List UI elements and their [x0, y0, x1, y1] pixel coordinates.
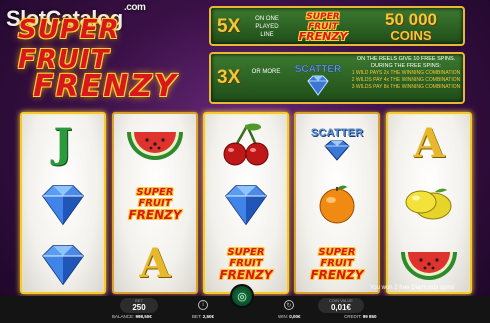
scatter-symbol: SCATTER [311, 127, 364, 161]
balance-readout: BALANCE: 998,50€ [112, 314, 152, 319]
credit-value: 99 850 [362, 314, 377, 319]
diamond-icon [225, 185, 267, 226]
balance-value: 998,50€ [135, 314, 152, 319]
credit-readout: CREDIT: 99 850 [344, 314, 377, 319]
frenzy-word-2: FRUIT [229, 257, 263, 269]
reel-4: SCATTER SUPER FRUIT FRENZY [294, 112, 380, 294]
reel-2-cell-2: SUPER FRUIT FRENZY [114, 174, 196, 234]
credit-label: CREDIT: [344, 314, 362, 319]
total-bet-label: BET: [192, 314, 202, 319]
reel-5-cell-2 [388, 174, 470, 234]
jackpot-multiplier: 5X [217, 16, 241, 37]
reel-2-cell-3: A [114, 234, 196, 294]
scatter-diamond-icon [324, 140, 350, 161]
jackpot-prize: 50 000 COINS [361, 11, 461, 43]
frenzy-word-1: SUPER [227, 246, 265, 258]
win-value: 0,00€ [289, 314, 301, 319]
reel-1-cell-1: J [22, 114, 104, 174]
reel-4-cell-3: SUPER FRUIT FRENZY [296, 234, 378, 294]
info-icon[interactable]: i [198, 300, 208, 310]
frenzy-word-1: SUPER [318, 246, 356, 258]
paytable-jackpot-panel: 5X ON ONE PLAYED LINE SUPER FRUIT FRENZY… [209, 6, 465, 46]
spin-icon: ◎ [237, 290, 247, 303]
reel-2: SUPER FRUIT FRENZY A [112, 112, 198, 294]
jackpot-caption: ON ONE PLAYED LINE [255, 16, 279, 38]
frenzy-word-1: SUPER [136, 186, 174, 198]
total-bet-readout: BET: 2,50€ [192, 314, 214, 319]
balance-label: BALANCE: [112, 314, 135, 319]
mini-logo-line-1: SUPER [306, 12, 340, 22]
game-logo: SUPER FRUIT FRENZY [18, 14, 193, 104]
logo-line-2: FRENZY [33, 68, 178, 104]
frenzy-word-3: FRENZY [128, 207, 182, 222]
free-spins-subtitle: DURING THE FREE SPINS: [371, 63, 441, 69]
scatter-caption: OR MORE [251, 69, 281, 75]
reel-4-cell-2 [296, 174, 378, 234]
reel-1: J [20, 112, 106, 294]
cherry-icon [223, 123, 269, 166]
free-spins-rule-2: 2 WILDS PAY 4x THE WINNING COMBINATION [351, 77, 461, 83]
reel-1-cell-2 [22, 174, 104, 234]
reel-5-cell-1: A [388, 114, 470, 174]
reel-4-cell-1: SCATTER [296, 114, 378, 174]
scatter-mini-label: SCATTER [295, 64, 341, 75]
scatter-multiplier: 3X [217, 67, 241, 88]
coin-value-control[interactable]: COIN VALUE 0,01€ [318, 296, 364, 314]
watermark-suffix: .com [124, 2, 146, 13]
jackpot-symbol-logo: SUPER FRUIT FRENZY [291, 10, 355, 44]
win-label: WIN: [278, 314, 288, 319]
diamond-icon [42, 185, 84, 226]
lemon-icon [405, 188, 452, 220]
paytable-scatter-panel: 3X OR MORE SCATTER ON THE REELS GIVE 10 … [209, 52, 465, 104]
scatter-icon: SCATTER [295, 59, 342, 99]
super-fruit-frenzy-symbol: SUPER FRUIT FRENZY [310, 247, 363, 282]
jackpot-prize-unit: COINS [390, 28, 432, 43]
win-readout: WIN: 0,00€ [278, 314, 301, 319]
spin-button[interactable]: ◎ [230, 284, 254, 308]
logo-line-1: SUPER FRUIT [18, 14, 120, 75]
reel-5: A [386, 112, 472, 294]
reel-3: SUPER FRUIT FRENZY [203, 112, 289, 294]
autoplay-icon[interactable]: ↻ [284, 300, 294, 310]
symbol-j: J [53, 120, 73, 167]
frenzy-word-2: FRUIT [320, 257, 354, 269]
reel-3-cell-2 [205, 174, 287, 234]
diamond-icon [42, 245, 84, 286]
scatter-symbol-label: SCATTER [310, 127, 364, 139]
symbol-a: A [413, 120, 445, 167]
orange-icon [319, 185, 355, 224]
free-spins-title: ON THE REELS GIVE 10 FREE SPINS. [356, 56, 456, 62]
symbol-a: A [139, 240, 171, 287]
frenzy-word-3: FRENZY [310, 267, 364, 282]
mini-logo-line-3: FRENZY [298, 30, 348, 43]
reel-2-cell-1 [114, 114, 196, 174]
reel-1-cell-3 [22, 234, 104, 294]
reel-3-cell-1 [205, 114, 287, 174]
watermelon-icon [127, 132, 183, 160]
frenzy-word-2: FRUIT [138, 197, 172, 209]
free-spins-info: ON THE REELS GIVE 10 FREE SPINS. DURING … [349, 56, 463, 91]
frenzy-word-3: FRENZY [219, 267, 273, 282]
free-spins-rule-1: 1 WILD PAYS 2x THE WINNING COMBINATION [351, 70, 461, 76]
bet-control[interactable]: BET 250 [120, 296, 158, 314]
super-fruit-frenzy-symbol: SUPER FRUIT FRENZY [128, 187, 181, 222]
coin-value: 0,01€ [330, 303, 352, 312]
total-bet-value: 2,50€ [202, 314, 215, 319]
watermelon-icon [401, 252, 457, 280]
free-spins-rule-3: 3 WILDS PAY 8x THE WINNING COMBINATION [351, 84, 461, 90]
super-fruit-frenzy-symbol: SUPER FRUIT FRENZY [219, 247, 272, 282]
status-message: You won 2 free Diamonds spins [369, 285, 454, 291]
bet-value: 250 [132, 303, 146, 312]
jackpot-prize-amount: 50 000 [385, 10, 437, 29]
